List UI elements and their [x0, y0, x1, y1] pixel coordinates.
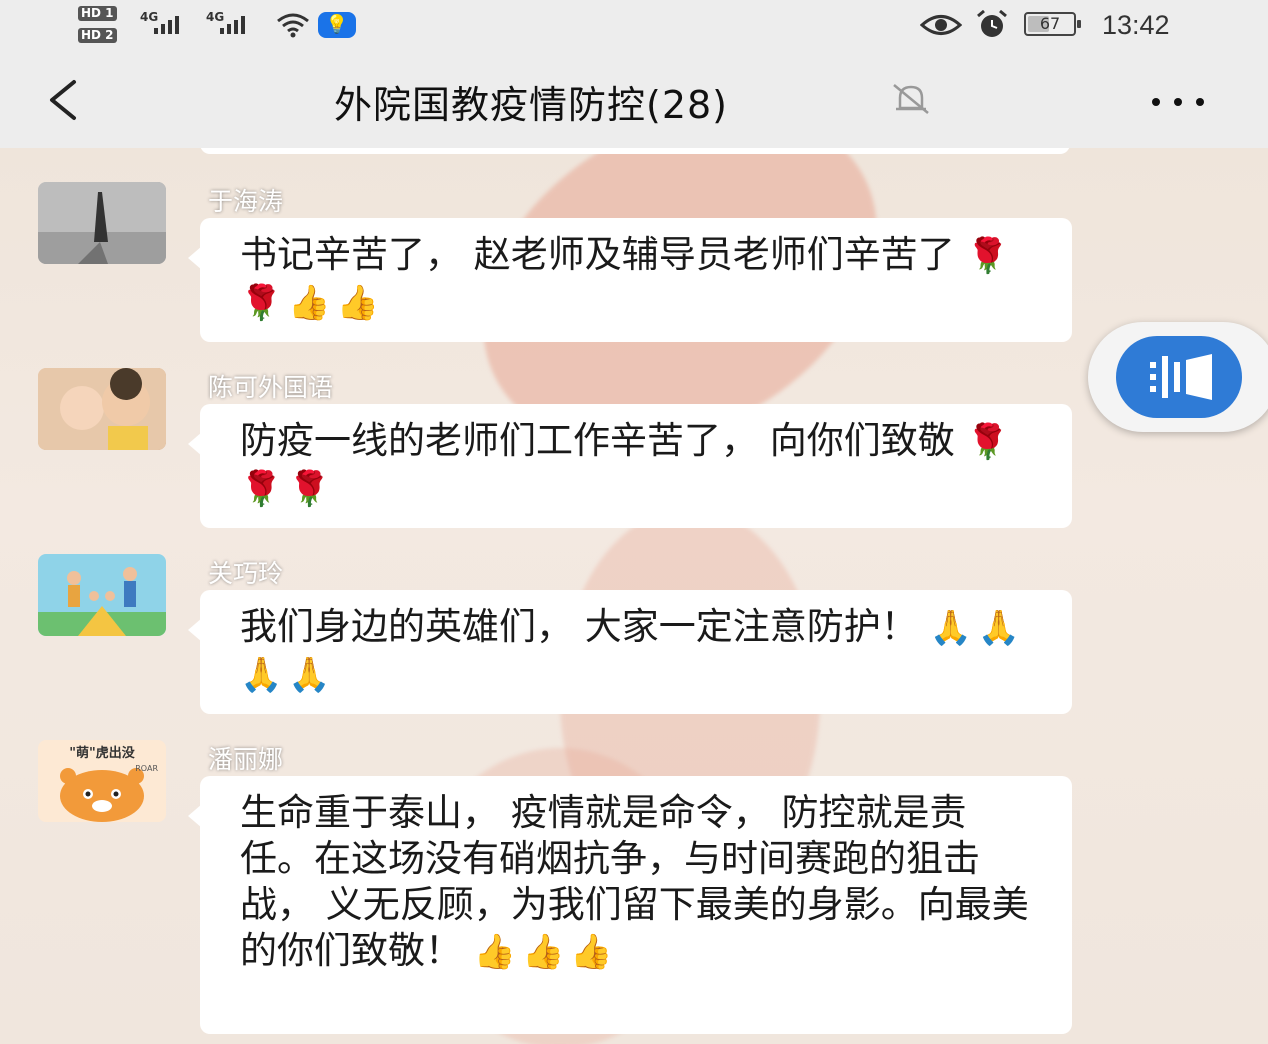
sim1-badge: HD 1: [78, 6, 117, 21]
battery-level: 67: [1039, 14, 1061, 33]
avatar-image: [38, 554, 166, 636]
avatar-image: [38, 182, 166, 264]
wifi-icon: [277, 13, 309, 38]
assistant-icon: [1116, 336, 1242, 418]
sender-name: 关巧玲: [208, 559, 284, 588]
message-emoji: 👍👍👍: [473, 932, 619, 972]
message-bubble[interactable]: 生命重于泰山， 疫情就是命令， 防控就是责任。在这场没有硝烟抗争，与时间赛跑的狙…: [188, 776, 1072, 1034]
avatar[interactable]: [38, 182, 166, 264]
message-bubble[interactable]: 书记辛苦了， 赵老师及辅导员老师们辛苦了 🌹🌹👍👍: [188, 218, 1072, 342]
avatar-image: [38, 368, 166, 450]
avatar-small-text: ROAR: [135, 764, 158, 773]
sim2-badge: HD 2: [78, 28, 117, 43]
avatar[interactable]: [38, 554, 166, 636]
more-icon[interactable]: [1146, 80, 1210, 120]
message-text: 防疫一线的老师们工作辛苦了， 向你们致敬: [240, 419, 955, 462]
message-text: 我们身边的英雄们， 大家一定注意防护！: [240, 605, 918, 648]
mute-icon: [893, 84, 929, 114]
tiger-icon: [60, 768, 144, 822]
eye-icon: [920, 15, 962, 35]
battery-icon: 67: [1024, 12, 1081, 36]
previous-message-bubble: [200, 148, 1070, 154]
clock: 13:42: [1102, 10, 1170, 40]
avatar[interactable]: [38, 368, 166, 450]
bulb-icon: 💡: [318, 12, 356, 38]
status-bar: HD 1 HD 2 4G 4G 💡 67 13:42: [0, 0, 1268, 50]
floating-assistant-button[interactable]: [1088, 322, 1268, 432]
chat-area[interactable]: 于海涛 书记辛苦了， 赵老师及辅导员老师们辛苦了 🌹🌹👍👍 陈可外国语 防疫一线…: [0, 148, 1268, 1044]
avatar[interactable]: "萌"虎出没 ROAR: [38, 740, 166, 822]
sender-name: 潘丽娜: [208, 745, 284, 774]
message-bubble[interactable]: 防疫一线的老师们工作辛苦了， 向你们致敬 🌹🌹🌹: [188, 404, 1072, 528]
back-icon[interactable]: [40, 76, 84, 124]
message-text: 生命重于泰山， 疫情就是命令， 防控就是责任。在这场没有硝烟抗争，与时间赛跑的狙…: [240, 791, 1029, 972]
alarm-icon: [977, 10, 1007, 37]
chat-title: 外院国教疫情防控(28): [334, 83, 729, 127]
chat-header: 外院国教疫情防控(28): [0, 50, 1268, 148]
sender-name: 陈可外国语: [208, 373, 334, 402]
sender-name: 于海涛: [208, 187, 284, 216]
message-text: 书记辛苦了， 赵老师及辅导员老师们辛苦了: [240, 233, 955, 276]
message-bubble[interactable]: 我们身边的英雄们， 大家一定注意防护！ 🙏🙏🙏🙏: [188, 590, 1072, 714]
